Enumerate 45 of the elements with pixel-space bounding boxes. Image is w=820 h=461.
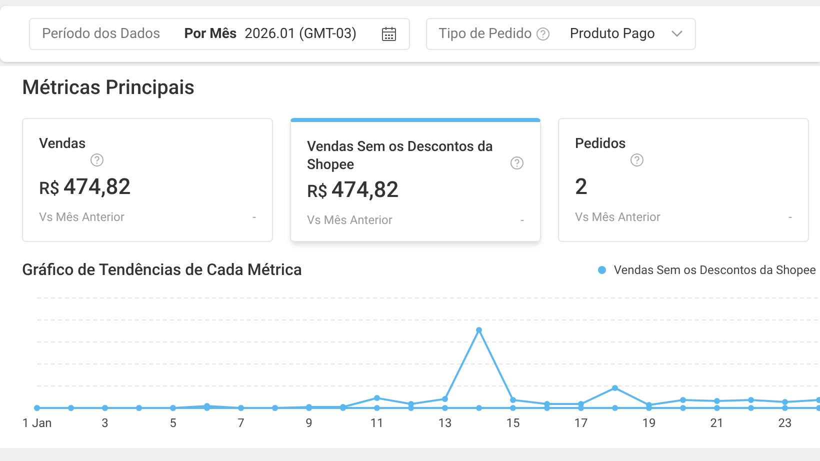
axis-label: 17 [574,415,588,432]
filter-label: Tipo de Pedido [438,24,532,44]
compare-value: - [788,209,792,226]
currency-symbol: R$ [307,181,328,204]
compare-label: Vs Mês Anterior [307,212,392,229]
filter-value: 2026.01 (GMT-03) [244,24,357,44]
select-filter[interactable]: Tipo de Pedido Produto Pago [426,18,696,50]
metric-name: Vendas Sem os Descontos da Shopee [307,138,494,174]
currency-symbol: R$ [39,178,60,201]
filter-label: Período dos Dados [42,24,160,44]
metric-value: 2 [575,174,588,202]
metric-card[interactable]: Pedidos 2 Vs Mês Anterior - [558,118,809,242]
axis-label: 1 Jan [22,415,52,432]
axis-label: 21 [710,415,724,432]
axis-label: 15 [506,415,520,432]
section-title: Métricas Principais [22,74,196,100]
metric-value: 474,82 [331,177,399,205]
axis-label: 5 [170,415,176,432]
axis-label: 7 [238,415,244,432]
help-icon[interactable] [510,156,524,170]
metric-card[interactable]: Vendas R$ 474,82 Vs Mês Anterior - [22,118,273,242]
filter-value: Produto Pago [570,24,656,44]
compare-label: Vs Mês Anterior [575,209,660,226]
chevron-down-icon [671,30,684,38]
compare-label: Vs Mês Anterior [39,209,124,226]
date-filter[interactable]: Período dos Dados Por Mês 2026.01 (GMT-03) [29,18,410,50]
metric-card[interactable]: Vendas Sem os Descontos da Shopee R$ 474,82 Vs Mês Anterior - [290,118,541,242]
help-icon[interactable] [90,153,104,167]
axis-label: 9 [306,415,312,432]
axis-label: 13 [438,415,452,432]
help-icon[interactable] [536,27,550,41]
legend-label: Vendas Sem os Descontos da Shopee [614,262,816,279]
compare-value: - [520,212,524,229]
axis-label: 3 [102,415,108,432]
compare-value: - [252,209,256,226]
metric-value: 474,82 [63,174,131,202]
chart-title: Gráfico de Tendências de Cada Métrica [22,259,302,281]
help-icon[interactable] [630,153,644,167]
axis-label: 11 [370,415,384,432]
calendar-icon [380,26,397,42]
metric-name: Pedidos [575,135,626,153]
filter-mode: Por Mês [184,24,237,44]
metric-name: Vendas [39,135,86,153]
axis-label: 19 [642,415,656,432]
axis-label: 23 [778,415,792,432]
